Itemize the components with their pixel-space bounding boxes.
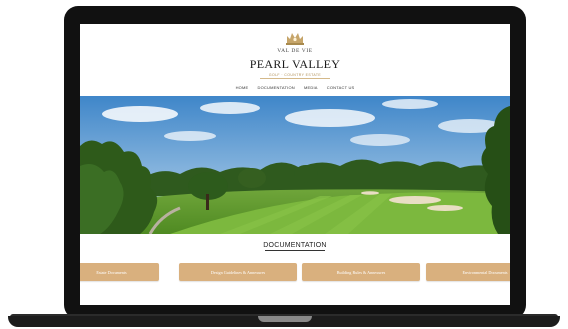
brand-divider (260, 78, 330, 79)
brand-subtitle: GOLF · COUNTRY ESTATE (268, 73, 322, 77)
building-rules-button[interactable]: Building Rules & Annexures (302, 263, 420, 281)
nav-contact-us[interactable]: CONTACT US (327, 85, 355, 90)
nav-documentation[interactable]: DOCUMENTATION (258, 85, 295, 90)
main-nav: HOME DOCUMENTATION MEDIA CONTACT US (80, 85, 510, 90)
button-label: Design Guidelines & Annexures (210, 269, 266, 275)
brand-name: PEARL VALLEY (249, 57, 341, 71)
estate-documents-button[interactable]: Estate Documents (80, 263, 159, 281)
nav-home[interactable]: HOME (236, 85, 249, 90)
nav-media[interactable]: MEDIA (304, 85, 318, 90)
laptop-notch (258, 316, 312, 322)
brand-top-text: VAL DE VIE (277, 48, 313, 54)
button-label: Estate Documents (96, 269, 127, 275)
button-label: Building Rules & Annexures (336, 269, 386, 275)
section-title: DOCUMENTATION (80, 242, 510, 251)
documentation-heading: DOCUMENTATION (263, 242, 327, 249)
crest-icon (286, 33, 304, 45)
site-logo[interactable]: VAL DE VIE PEARL VALLEY GOLF · COUNTRY E… (80, 30, 510, 79)
heading-underline (265, 250, 325, 251)
hero-image (80, 96, 510, 234)
design-guidelines-button[interactable]: Design Guidelines & Annexures (179, 263, 297, 281)
environmental-documents-button[interactable]: Environmental Documents (426, 263, 510, 281)
button-label: Environmental Documents (462, 269, 508, 275)
browser-viewport: VAL DE VIE PEARL VALLEY GOLF · COUNTRY E… (80, 24, 510, 305)
